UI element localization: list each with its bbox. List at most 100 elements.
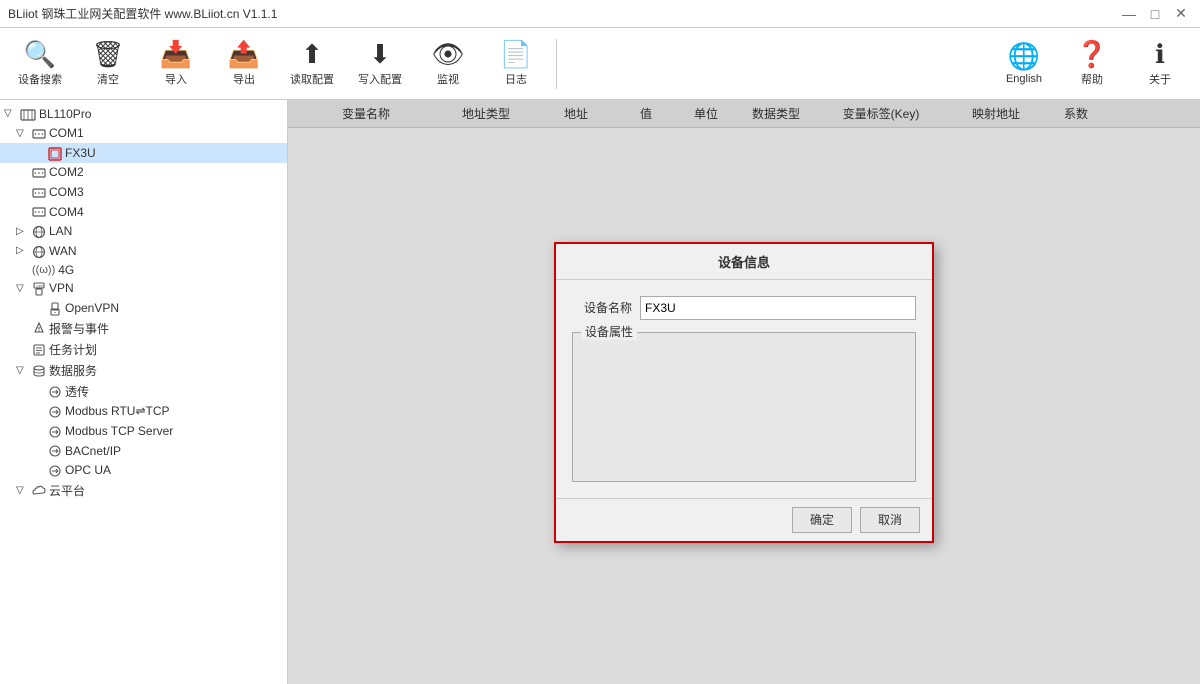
device-name-input[interactable] [640,296,916,320]
read-config-button[interactable]: ⬆ 读取配置 [280,32,344,96]
help-label: 帮助 [1081,71,1103,87]
toolbar-separator [556,39,557,89]
sidebar-item-com2[interactable]: COM2 [0,163,287,183]
com4-label: COM4 [49,205,84,219]
sidebar-item-openvpn[interactable]: OpenVPN [0,298,287,318]
sidebar-item-4g[interactable]: ((ω)) 4G [0,261,287,279]
alarm-icon [32,320,46,336]
lan-label: LAN [49,224,72,238]
expander-vpn[interactable]: ▽ [16,283,32,294]
write-config-button[interactable]: ⬇ 写入配置 [348,32,412,96]
sidebar-item-modbus-tcp-server[interactable]: Modbus TCP Server [0,421,287,441]
dialog-confirm-button[interactable]: 确定 [792,507,852,533]
cloud-icon [32,483,46,498]
wan-icon [32,243,46,259]
monitor-icon: 👁 [431,41,464,67]
sidebar-item-transfer[interactable]: 透传 [0,381,287,402]
lan-icon [32,223,46,239]
help-button[interactable]: ❓ 帮助 [1060,32,1124,96]
help-icon: ❓ [1076,41,1108,67]
dataservice-label: 数据服务 [49,362,97,379]
task-icon [32,341,46,357]
app-title: BLiiot 钢珠工业网关配置软件 www.BLiiot.cn V1.1.1 [8,5,277,22]
openvpn-icon [48,300,62,316]
close-button[interactable]: ✕ [1170,5,1192,23]
expander-lan[interactable]: ▷ [16,226,32,237]
clear-button[interactable]: 🗑 清空 [76,32,140,96]
dialog-cancel-button[interactable]: 取消 [860,507,920,533]
about-icon: ℹ [1155,41,1165,67]
vpn-icon: VPN [32,281,46,297]
maximize-button[interactable]: □ [1144,5,1166,23]
transfer-icon [48,383,62,399]
monitor-button[interactable]: 👁 监视 [416,32,480,96]
sidebar-item-com4[interactable]: COM4 [0,202,287,222]
log-icon: 📄 [500,41,532,67]
sidebar-item-dataservice[interactable]: ▽ 数据服务 [0,360,287,381]
monitor-label: 监视 [437,71,459,87]
sidebar-item-fx3u[interactable]: FX3U [0,143,287,163]
clear-label: 清空 [97,71,119,87]
modbus-tcp-icon [48,423,62,439]
bl110pro-icon [20,106,36,122]
expander-cloud[interactable]: ▽ [16,485,32,496]
device-name-row: 设备名称 [572,296,916,320]
sidebar-item-opc-ua[interactable]: OPC UA [0,460,287,480]
sidebar-item-bl110pro[interactable]: ▽ BL110Pro [0,104,287,124]
export-label: 导出 [233,71,255,87]
content-area: 变量名称 地址类型 地址 值 单位 数据类型 变量标签(Key) 映射地址 系数… [288,100,1200,684]
export-button[interactable]: 📤 导出 [212,32,276,96]
transfer-label: 透传 [65,383,89,400]
sidebar-item-task[interactable]: 任务计划 [0,339,287,360]
title-bar: BLiiot 钢珠工业网关配置软件 www.BLiiot.cn V1.1.1 —… [0,0,1200,28]
export-icon: 📤 [228,41,260,67]
main-area: ▽ BL110Pro ▽ C [0,100,1200,684]
modbus-tcp-label: Modbus TCP Server [65,424,173,438]
expander-wan[interactable]: ▷ [16,245,32,256]
bacnet-icon [48,443,62,459]
write-config-label: 写入配置 [358,71,402,87]
sidebar-item-cloud[interactable]: ▽ 云平台 [0,480,287,501]
com2-icon [32,165,46,181]
sidebar-item-lan[interactable]: ▷ LAN [0,221,287,241]
sidebar-item-com3[interactable]: COM3 [0,182,287,202]
sidebar-item-wan[interactable]: ▷ WAN [0,241,287,261]
com1-label: COM1 [49,126,84,140]
modbus-rtu-icon [48,404,62,420]
modbus-rtu-label: Modbus RTU⇌TCP [65,404,170,418]
task-label: 任务计划 [49,341,97,358]
log-label: 日志 [505,71,527,87]
import-icon: 📥 [160,41,192,67]
read-config-icon: ⬆ [301,41,323,67]
minimize-button[interactable]: — [1118,5,1140,23]
sidebar-item-bacnet[interactable]: BACnet/IP [0,441,287,461]
sidebar: ▽ BL110Pro ▽ C [0,100,288,684]
about-button[interactable]: ℹ 关于 [1128,32,1192,96]
expander-bl110pro[interactable]: ▽ [4,108,20,119]
expander-com1[interactable]: ▽ [16,128,32,139]
log-button[interactable]: 📄 日志 [484,32,548,96]
sidebar-item-com1[interactable]: ▽ COM1 [0,124,287,144]
import-button[interactable]: 📥 导入 [144,32,208,96]
wan-label: WAN [49,244,77,258]
expander-dataservice[interactable]: ▽ [16,365,32,376]
alarm-label: 报警与事件 [49,320,109,337]
com2-label: COM2 [49,165,84,179]
dialog-title: 设备信息 [556,244,932,280]
about-label: 关于 [1149,71,1171,87]
toolbar: 🔍 设备搜索 🗑 清空 📥 导入 📤 导出 ⬆ 读取配置 ⬇ 写入配置 👁 监视… [0,28,1200,100]
openvpn-label: OpenVPN [65,301,119,315]
vpn-label: VPN [49,281,74,295]
sidebar-item-vpn[interactable]: ▽ VPN VPN [0,279,287,299]
window-controls: — □ ✕ [1118,5,1192,23]
search-icon: 🔍 [24,41,56,67]
device-search-button[interactable]: 🔍 设备搜索 [8,32,72,96]
search-label: 设备搜索 [18,71,62,87]
sidebar-item-alarm[interactable]: 报警与事件 [0,318,287,339]
dialog-footer: 确定 取消 [556,498,932,541]
read-config-label: 读取配置 [290,71,334,87]
language-icon: 🌐 [1008,43,1040,69]
language-button[interactable]: 🌐 English [992,32,1056,96]
sidebar-item-modbus-rtu-tcp[interactable]: Modbus RTU⇌TCP [0,402,287,422]
4g-label: 4G [58,263,74,277]
